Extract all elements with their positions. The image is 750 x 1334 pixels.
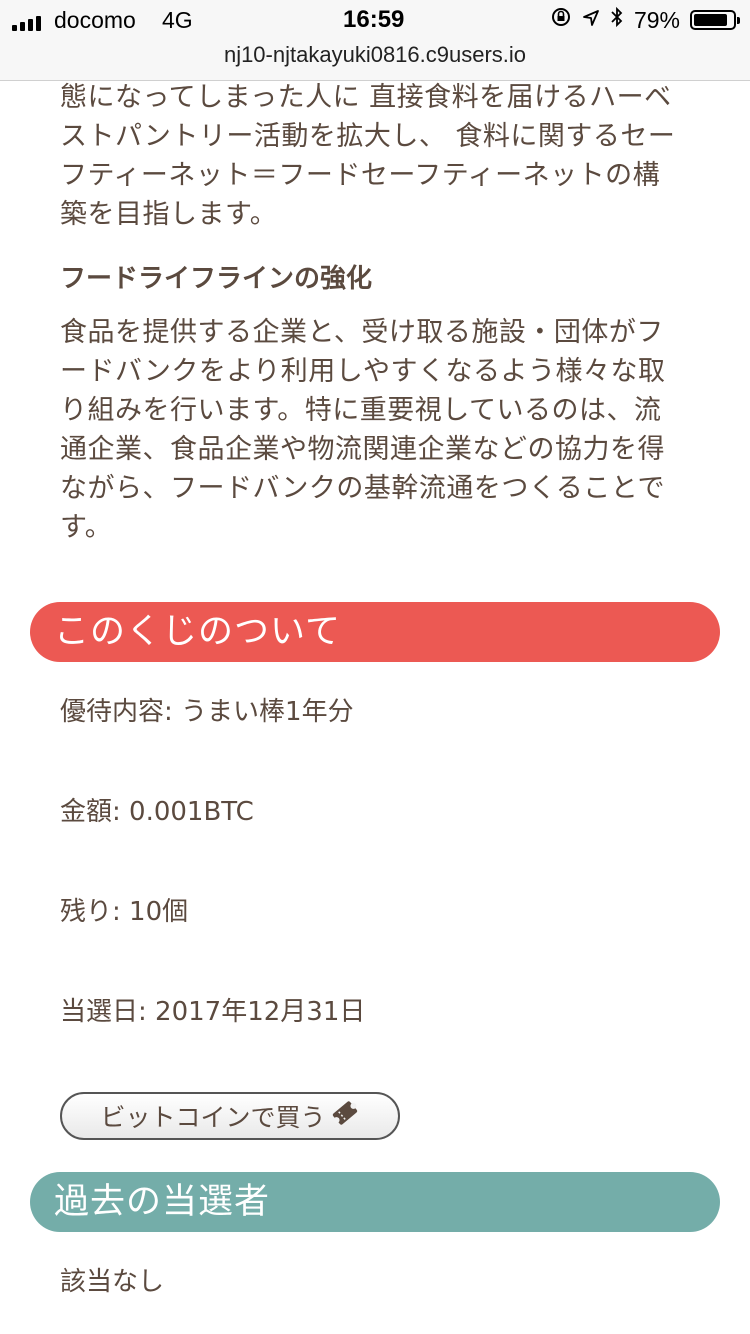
page-content: 態になってしまった人に 直接食料を届けるハーベ ストパントリー活動を拡大し、 食…: [0, 80, 750, 547]
network-type: 4G: [162, 7, 193, 33]
signal-icon: [12, 13, 41, 31]
past-winners-value: 該当なし: [60, 1267, 165, 1297]
status-time: 16:59: [343, 6, 405, 33]
paragraph-line: り組みを行います。特に重要視しているのは、流: [60, 395, 662, 426]
buy-button-label: ビットコインで買う: [100, 1103, 326, 1132]
past-winners-section-header: 過去の当選者: [30, 1172, 720, 1232]
url-text: nj10-njtakayuki0816.c9users.io: [223, 42, 527, 67]
battery-icon: [690, 10, 740, 30]
battery-percent: 79%: [633, 6, 680, 33]
remaining-text: 残り: 10個: [60, 897, 189, 927]
intro-paragraph: 態になってしまった人に 直接食料を届けるハーベ ストパントリー活動を拡大し、 食…: [60, 78, 680, 234]
carrier-name: docomo: [54, 7, 136, 33]
status-bar: docomo 4G 16:59 79%: [0, 0, 750, 40]
paragraph-line: フティーネット＝フードセーフティーネットの構: [60, 160, 661, 191]
url-bar[interactable]: nj10-njtakayuki0816.c9users.io: [0, 40, 750, 81]
ticket-icon: [330, 1100, 360, 1132]
benefit-text: 優待内容: うまい棒1年分: [60, 697, 354, 727]
paragraph-line: 通企業、食品企業や物流関連企業などの協力を得: [60, 434, 665, 465]
location-icon: [582, 7, 600, 33]
paragraph-line: す。: [60, 512, 113, 543]
draw-date-text: 当選日: 2017年12月31日: [60, 997, 366, 1027]
paragraph-line: 築を目指します。: [60, 199, 278, 230]
buy-with-bitcoin-button[interactable]: ビットコインで買う: [60, 1092, 400, 1140]
lifeline-heading: フードライフラインの強化: [60, 264, 373, 294]
paragraph-line: 態になってしまった人に 直接食料を届けるハーベ: [60, 82, 672, 113]
paragraph-line: ードバンクをより利用しやすくなるよう様々な取: [60, 356, 666, 387]
bluetooth-icon: [610, 6, 624, 34]
orientation-lock-icon: [550, 6, 572, 34]
lifeline-paragraph: 食品を提供する企業と、受け取る施設・団体がフ ードバンクをより利用しやすくなるよ…: [60, 313, 680, 547]
lottery-section-header: このくじのついて: [30, 602, 720, 662]
paragraph-line: ながら、フードバンクの基幹流通をつくることで: [60, 473, 665, 504]
paragraph-line: 食品を提供する企業と、受け取る施設・団体がフ: [60, 317, 664, 348]
paragraph-line: ストパントリー活動を拡大し、 食料に関するセー: [60, 121, 676, 152]
price-text: 金額: 0.001BTC: [60, 797, 254, 827]
